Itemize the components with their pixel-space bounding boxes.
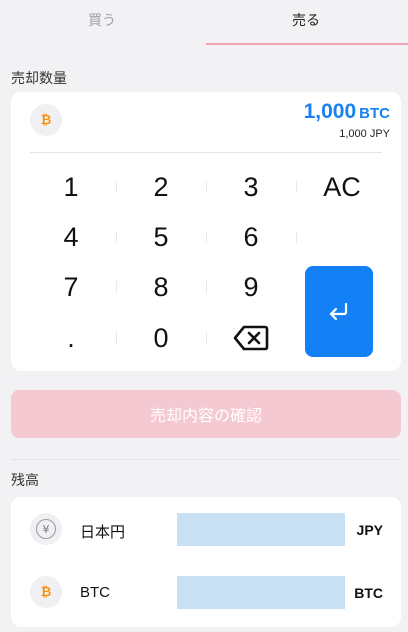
key-separator [206, 332, 207, 344]
key-separator [206, 231, 207, 243]
amount-divider [30, 152, 382, 153]
key-separator [206, 281, 207, 293]
amount-unit: BTC [359, 105, 390, 122]
yen-icon: ¥ [30, 513, 62, 545]
key-6[interactable]: 6 [211, 217, 291, 257]
key-separator [116, 332, 117, 344]
backspace-icon [233, 325, 269, 351]
confirm-sell-button[interactable]: 売却内容の確認 [11, 390, 401, 438]
tab-buy[interactable]: 買う [0, 0, 204, 46]
active-tab-indicator [206, 43, 408, 45]
bitcoin-icon: ₿ [30, 104, 62, 136]
balance-btc-redacted [177, 576, 345, 609]
enter-key[interactable] [305, 266, 373, 357]
balance-jpy-name: 日本円 [80, 524, 126, 541]
key-separator [296, 181, 297, 193]
balance-label: 残高 [11, 472, 39, 488]
key-2[interactable]: 2 [121, 167, 201, 207]
key-separator [116, 231, 117, 243]
key-5[interactable]: 5 [121, 217, 201, 257]
balance-btc-unit: BTC [354, 585, 383, 601]
section-divider [11, 459, 401, 460]
key-clear[interactable]: AC [302, 167, 382, 207]
sell-amount-label: 売却数量 [11, 70, 67, 86]
bitcoin-icon: ₿ [30, 576, 62, 608]
key-separator [116, 281, 117, 293]
trade-tabs: 買う 売る [0, 0, 408, 46]
amount-value: 1,000 [303, 100, 357, 123]
key-1[interactable]: 1 [31, 167, 111, 207]
key-7[interactable]: 7 [31, 267, 111, 307]
key-separator [206, 181, 207, 193]
key-separator [116, 181, 117, 193]
key-0[interactable]: 0 [121, 318, 201, 358]
key-8[interactable]: 8 [121, 267, 201, 307]
tab-sell[interactable]: 売る [204, 0, 408, 46]
key-decimal[interactable]: . [31, 318, 111, 358]
amount-display: 1,000 BTC [304, 100, 390, 124]
balance-jpy-unit: JPY [356, 522, 383, 538]
balance-jpy-redacted [177, 513, 345, 546]
key-4[interactable]: 4 [31, 217, 111, 257]
key-backspace[interactable] [211, 318, 291, 358]
fiat-equivalent: 1,000 JPY [339, 128, 390, 140]
key-9[interactable]: 9 [211, 267, 291, 307]
key-3[interactable]: 3 [211, 167, 291, 207]
key-separator [296, 231, 297, 243]
balance-btc-name: BTC [80, 584, 110, 601]
enter-icon [329, 302, 348, 320]
